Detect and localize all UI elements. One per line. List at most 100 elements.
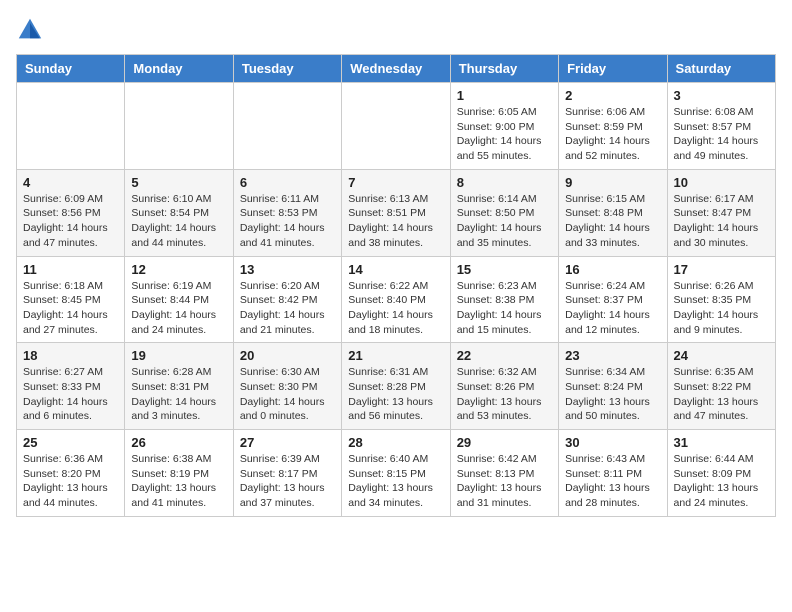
calendar-day-cell: 8Sunrise: 6:14 AM Sunset: 8:50 PM Daylig… (450, 169, 558, 256)
calendar-day-cell: 10 Sunrise: 6:17 AM Sunset: 8:47 PM Dayli… (667, 169, 775, 256)
calendar-day-cell: 3 Sunrise: 6:08 AM Sunset: 8:57 PM Daylig… (667, 83, 775, 170)
day-number: 31 (674, 435, 769, 450)
calendar-week-row: 18 Sunrise: 6:27 AM Sunset: 8:33 PM Dayli… (17, 343, 776, 430)
day-number: 24 (674, 348, 769, 363)
calendar-day-cell: 14 Sunrise: 6:22 AM Sunset: 8:40 PM Dayli… (342, 256, 450, 343)
day-info: Sunrise: 6:18 AM Sunset: 8:45 PM Dayligh… (23, 279, 118, 338)
day-number: 19 (131, 348, 226, 363)
calendar-body: 1 Sunrise: 6:05 AM Sunset: 9:00 PM Daylig… (17, 83, 776, 517)
calendar-day-cell: 12Sunrise: 6:19 AM Sunset: 8:44 PM Dayli… (125, 256, 233, 343)
calendar-day-cell: 27Sunrise: 6:39 AM Sunset: 8:17 PM Dayli… (233, 430, 341, 517)
day-info: Sunrise: 6:38 AM Sunset: 8:19 PM Dayligh… (131, 452, 226, 511)
day-info: Sunrise: 6:22 AM Sunset: 8:40 PM Dayligh… (348, 279, 443, 338)
calendar-week-row: 4 Sunrise: 6:09 AM Sunset: 8:56 PM Daylig… (17, 169, 776, 256)
day-number: 17 (674, 262, 769, 277)
calendar-day-cell: 7 Sunrise: 6:13 AM Sunset: 8:51 PM Daylig… (342, 169, 450, 256)
calendar-day-cell: 2 Sunrise: 6:06 AM Sunset: 8:59 PM Daylig… (559, 83, 667, 170)
day-info: Sunrise: 6:15 AM Sunset: 8:48 PM Dayligh… (565, 192, 660, 251)
calendar-day-cell: 6Sunrise: 6:11 AM Sunset: 8:53 PM Daylig… (233, 169, 341, 256)
calendar-day-cell: 15 Sunrise: 6:23 AM Sunset: 8:38 PM Dayli… (450, 256, 558, 343)
day-info: Sunrise: 6:08 AM Sunset: 8:57 PM Dayligh… (674, 105, 769, 164)
calendar-day-cell (233, 83, 341, 170)
calendar-day-cell (342, 83, 450, 170)
day-number: 29 (457, 435, 552, 450)
day-number: 23 (565, 348, 660, 363)
day-info: Sunrise: 6:30 AM Sunset: 8:30 PM Dayligh… (240, 365, 335, 424)
day-info: Sunrise: 6:13 AM Sunset: 8:51 PM Dayligh… (348, 192, 443, 251)
day-info: Sunrise: 6:20 AM Sunset: 8:42 PM Dayligh… (240, 279, 335, 338)
day-info: Sunrise: 6:09 AM Sunset: 8:56 PM Dayligh… (23, 192, 118, 251)
day-number: 5 (131, 175, 226, 190)
calendar-day-cell: 19 Sunrise: 6:28 AM Sunset: 8:31 PM Dayli… (125, 343, 233, 430)
day-number: 13 (240, 262, 335, 277)
day-number: 14 (348, 262, 443, 277)
day-number: 4 (23, 175, 118, 190)
calendar-week-row: 25 Sunrise: 6:36 AM Sunset: 8:20 PM Dayli… (17, 430, 776, 517)
weekday-header-cell: Tuesday (233, 55, 341, 83)
logo (16, 16, 48, 44)
day-info: Sunrise: 6:43 AM Sunset: 8:11 PM Dayligh… (565, 452, 660, 511)
day-number: 27 (240, 435, 335, 450)
day-info: Sunrise: 6:06 AM Sunset: 8:59 PM Dayligh… (565, 105, 660, 164)
calendar-day-cell: 20 Sunrise: 6:30 AM Sunset: 8:30 PM Dayli… (233, 343, 341, 430)
day-number: 3 (674, 88, 769, 103)
day-number: 9 (565, 175, 660, 190)
day-info: Sunrise: 6:31 AM Sunset: 8:28 PM Dayligh… (348, 365, 443, 424)
calendar-day-cell: 13 Sunrise: 6:20 AM Sunset: 8:42 PM Dayli… (233, 256, 341, 343)
day-info: Sunrise: 6:17 AM Sunset: 8:47 PM Dayligh… (674, 192, 769, 251)
day-info: Sunrise: 6:44 AM Sunset: 8:09 PM Dayligh… (674, 452, 769, 511)
day-info: Sunrise: 6:40 AM Sunset: 8:15 PM Dayligh… (348, 452, 443, 511)
day-number: 20 (240, 348, 335, 363)
calendar-day-cell: 4 Sunrise: 6:09 AM Sunset: 8:56 PM Daylig… (17, 169, 125, 256)
day-number: 21 (348, 348, 443, 363)
day-info: Sunrise: 6:24 AM Sunset: 8:37 PM Dayligh… (565, 279, 660, 338)
weekday-header-cell: Friday (559, 55, 667, 83)
day-number: 22 (457, 348, 552, 363)
day-number: 11 (23, 262, 118, 277)
calendar-day-cell: 25 Sunrise: 6:36 AM Sunset: 8:20 PM Dayli… (17, 430, 125, 517)
weekday-header-cell: Thursday (450, 55, 558, 83)
day-info: Sunrise: 6:42 AM Sunset: 8:13 PM Dayligh… (457, 452, 552, 511)
day-number: 7 (348, 175, 443, 190)
day-number: 2 (565, 88, 660, 103)
day-number: 15 (457, 262, 552, 277)
day-info: Sunrise: 6:35 AM Sunset: 8:22 PM Dayligh… (674, 365, 769, 424)
day-number: 25 (23, 435, 118, 450)
calendar-week-row: 1 Sunrise: 6:05 AM Sunset: 9:00 PM Daylig… (17, 83, 776, 170)
calendar-day-cell (17, 83, 125, 170)
day-info: Sunrise: 6:27 AM Sunset: 8:33 PM Dayligh… (23, 365, 118, 424)
calendar-day-cell (125, 83, 233, 170)
day-number: 12 (131, 262, 226, 277)
calendar-day-cell: 16 Sunrise: 6:24 AM Sunset: 8:37 PM Dayli… (559, 256, 667, 343)
calendar-day-cell: 24 Sunrise: 6:35 AM Sunset: 8:22 PM Dayli… (667, 343, 775, 430)
calendar-table: SundayMondayTuesdayWednesdayThursdayFrid… (16, 54, 776, 517)
calendar-day-cell: 11 Sunrise: 6:18 AM Sunset: 8:45 PM Dayli… (17, 256, 125, 343)
day-number: 18 (23, 348, 118, 363)
calendar-day-cell: 21 Sunrise: 6:31 AM Sunset: 8:28 PM Dayli… (342, 343, 450, 430)
day-info: Sunrise: 6:23 AM Sunset: 8:38 PM Dayligh… (457, 279, 552, 338)
calendar-day-cell: 23 Sunrise: 6:34 AM Sunset: 8:24 PM Dayli… (559, 343, 667, 430)
day-info: Sunrise: 6:14 AM Sunset: 8:50 PM Dayligh… (457, 192, 552, 251)
day-number: 1 (457, 88, 552, 103)
day-info: Sunrise: 6:36 AM Sunset: 8:20 PM Dayligh… (23, 452, 118, 511)
calendar-day-cell: 17 Sunrise: 6:26 AM Sunset: 8:35 PM Dayli… (667, 256, 775, 343)
day-info: Sunrise: 6:34 AM Sunset: 8:24 PM Dayligh… (565, 365, 660, 424)
day-info: Sunrise: 6:28 AM Sunset: 8:31 PM Dayligh… (131, 365, 226, 424)
day-info: Sunrise: 6:26 AM Sunset: 8:35 PM Dayligh… (674, 279, 769, 338)
calendar-day-cell: 1 Sunrise: 6:05 AM Sunset: 9:00 PM Daylig… (450, 83, 558, 170)
day-number: 16 (565, 262, 660, 277)
calendar-week-row: 11 Sunrise: 6:18 AM Sunset: 8:45 PM Dayli… (17, 256, 776, 343)
calendar-day-cell: 29 Sunrise: 6:42 AM Sunset: 8:13 PM Dayli… (450, 430, 558, 517)
day-number: 26 (131, 435, 226, 450)
day-info: Sunrise: 6:05 AM Sunset: 9:00 PM Dayligh… (457, 105, 552, 164)
day-number: 10 (674, 175, 769, 190)
header (16, 16, 776, 44)
logo-icon (16, 16, 44, 44)
calendar-day-cell: 18 Sunrise: 6:27 AM Sunset: 8:33 PM Dayli… (17, 343, 125, 430)
day-info: Sunrise: 6:11 AM Sunset: 8:53 PM Dayligh… (240, 192, 335, 251)
calendar-day-cell: 28 Sunrise: 6:40 AM Sunset: 8:15 PM Dayli… (342, 430, 450, 517)
calendar-day-cell: 9 Sunrise: 6:15 AM Sunset: 8:48 PM Daylig… (559, 169, 667, 256)
day-info: Sunrise: 6:10 AM Sunset: 8:54 PM Dayligh… (131, 192, 226, 251)
calendar-day-cell: 5 Sunrise: 6:10 AM Sunset: 8:54 PM Daylig… (125, 169, 233, 256)
day-number: 28 (348, 435, 443, 450)
